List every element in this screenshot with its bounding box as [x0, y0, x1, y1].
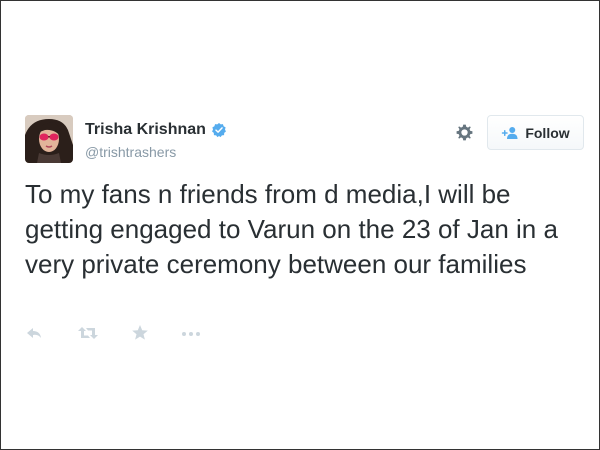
- author-handle[interactable]: @trishtrashers: [85, 143, 176, 161]
- avatar[interactable]: [25, 115, 73, 163]
- author-name-row: Trisha Krishnan: [85, 120, 227, 140]
- add-user-icon: [501, 126, 519, 140]
- more-icon[interactable]: [181, 323, 201, 343]
- follow-button[interactable]: Follow: [487, 115, 584, 150]
- verified-badge-icon: [211, 122, 227, 138]
- retweet-icon[interactable]: [77, 323, 99, 343]
- reply-icon[interactable]: [25, 323, 43, 343]
- follow-button-label: Follow: [525, 124, 570, 141]
- display-name[interactable]: Trisha Krishnan: [85, 120, 206, 140]
- favorite-icon[interactable]: [131, 323, 149, 343]
- tweet-text: To my fans n friends from d media,I will…: [25, 179, 558, 279]
- tweet-card: Trisha Krishnan @trishtrashers Follow To…: [0, 0, 600, 450]
- gear-icon[interactable]: [455, 123, 474, 142]
